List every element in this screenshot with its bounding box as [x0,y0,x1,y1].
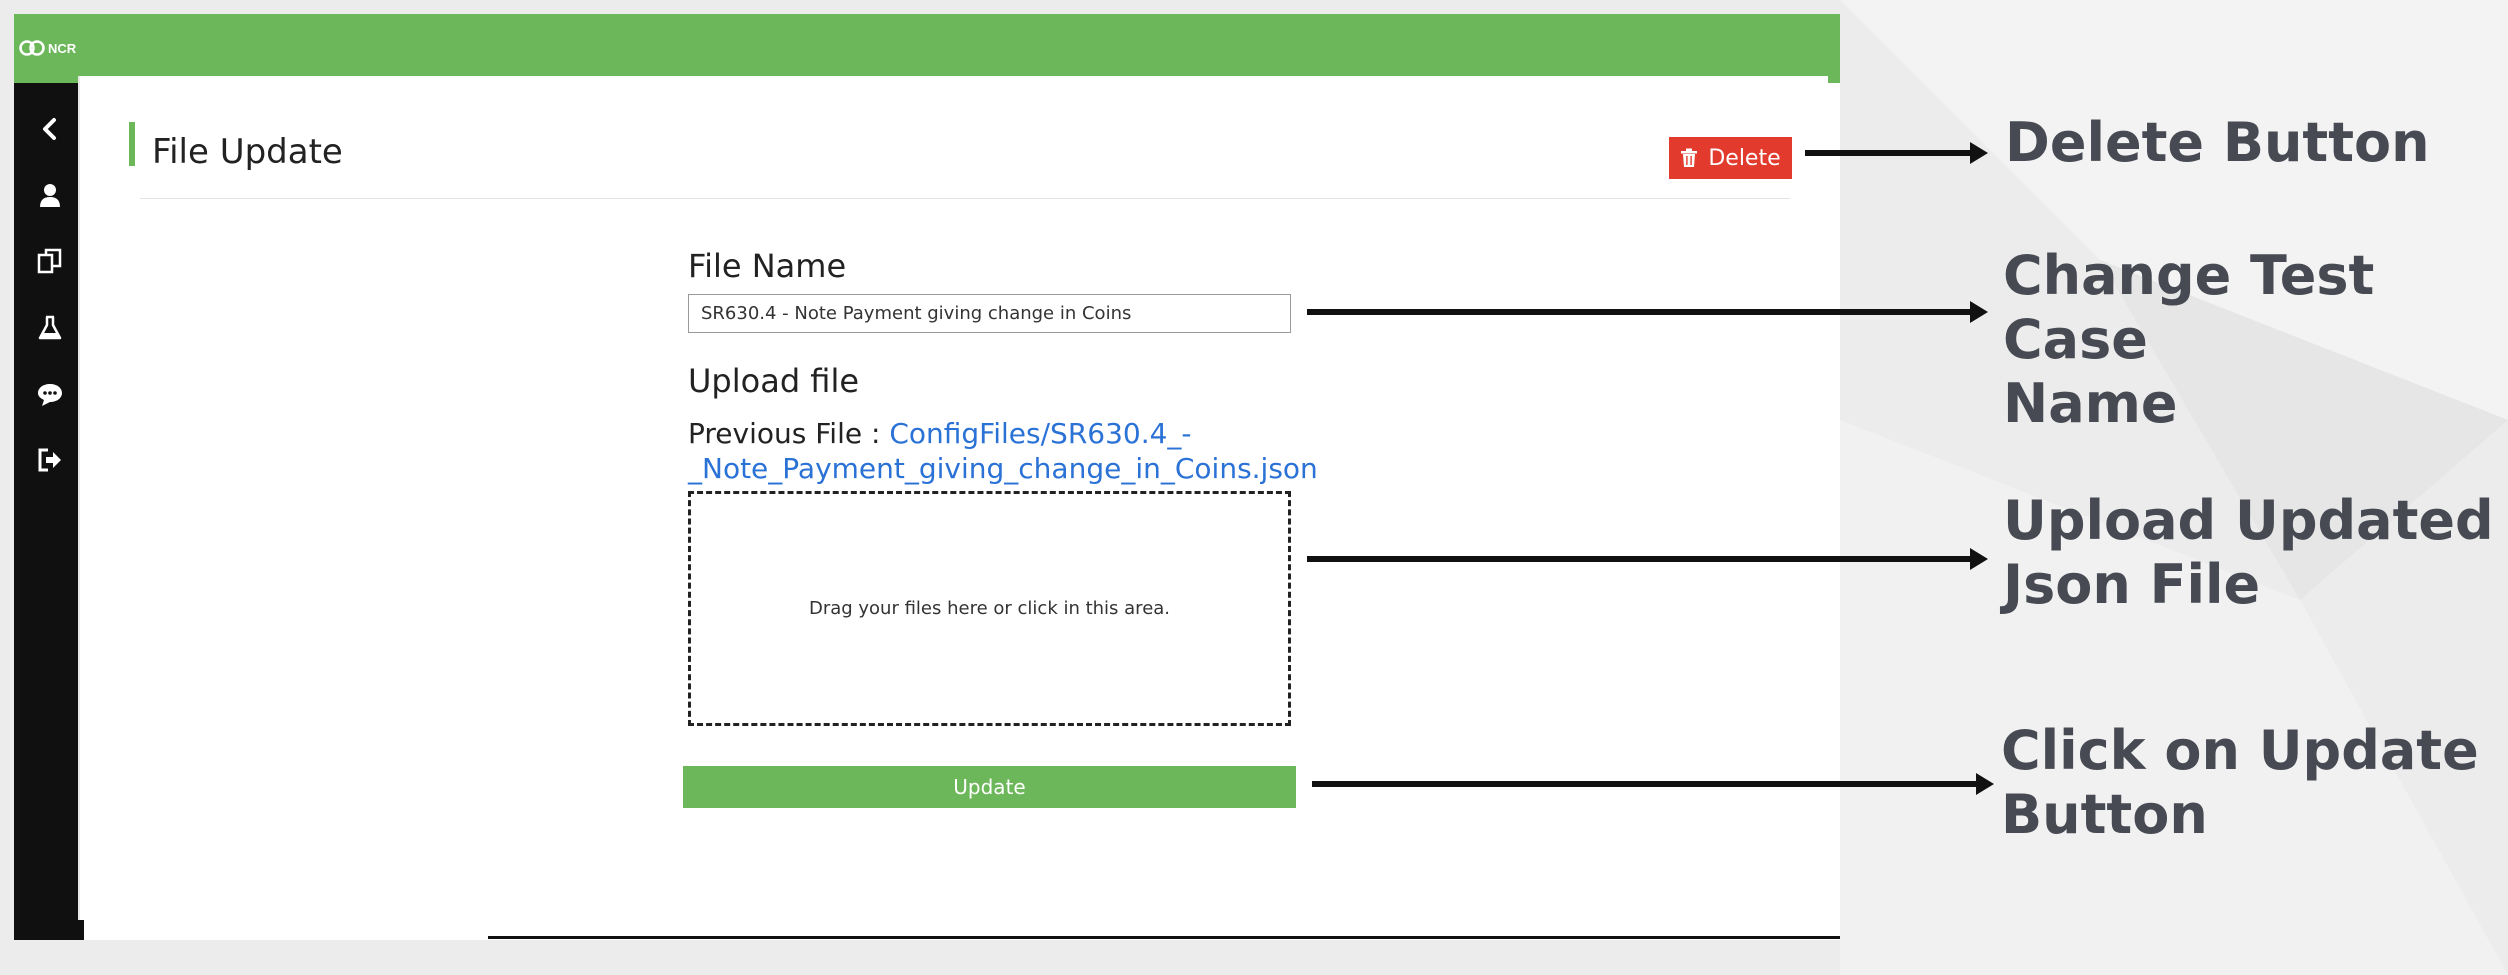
file-dropzone[interactable]: Drag your files here or click in this ar… [688,491,1291,726]
previous-file-link-line2: _Note_Payment_giving_change_in_Coins.jso… [688,452,1318,485]
bottom-divider [488,936,1840,939]
trash-icon [1681,148,1698,167]
annotation-delete: Delete Button [2005,111,2430,174]
sign-out-icon[interactable] [35,445,65,475]
arrow-upload [1307,548,1988,570]
annotation-upload-line1: Upload Updated [2003,489,2494,552]
arrow-update [1312,773,1994,795]
annotation-change-name-line2: Name [2003,372,2178,435]
delete-button[interactable]: Delete [1669,137,1792,179]
ncr-logo: NCR [19,37,79,59]
update-button[interactable]: Update [683,766,1296,808]
annotation-update: Click on Update Button [2001,719,2479,847]
page-title: File Update [152,132,343,172]
ncr-logo-icon [19,40,45,56]
title-accent-bar [129,122,135,166]
logo-text: NCR [48,40,77,56]
previous-file-link-line1: ConfigFiles/SR630.4_- [889,417,1192,450]
user-icon[interactable] [35,180,65,210]
chevron-left-icon[interactable] [35,114,65,144]
annotation-upload: Upload Updated Json File [2003,489,2494,617]
title-divider [140,198,1790,199]
file-name-label: File Name [688,247,847,285]
dropzone-text: Drag your files here or click in this ar… [808,598,1171,619]
copy-files-icon[interactable] [35,246,65,276]
previous-file-prefix: Previous File : [688,417,890,450]
previous-file: Previous File : ConfigFiles/SR630.4_- _No… [688,416,1348,486]
file-name-input[interactable] [688,294,1291,333]
delete-button-label: Delete [1708,145,1781,171]
annotation-update-line1: Click on Update [2001,719,2479,782]
arrow-file-name [1307,301,1988,323]
annotation-change-name: Change Test Case Name [2003,244,2508,436]
chat-icon[interactable] [35,379,65,409]
annotation-change-name-line1: Change Test Case [2003,244,2375,371]
top-bar: NCR [14,14,1840,83]
sidebar [14,83,84,940]
flask-icon[interactable] [35,313,65,343]
annotation-upload-line2: Json File [2003,553,2261,616]
upload-file-label: Upload file [688,362,860,400]
annotation-update-line2: Button [2001,783,2208,846]
arrow-delete [1805,142,1988,164]
